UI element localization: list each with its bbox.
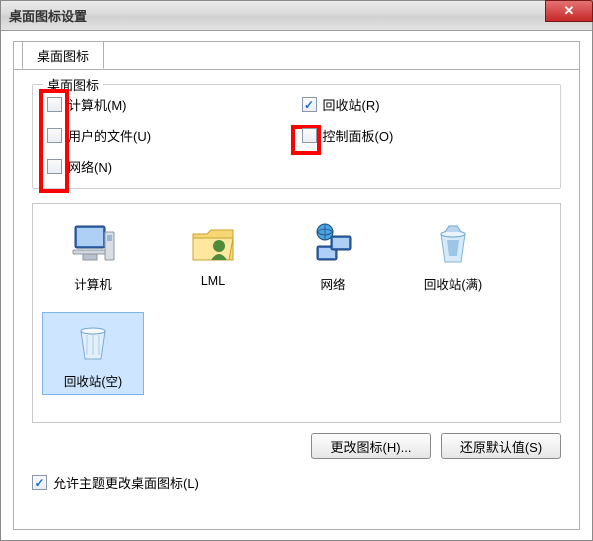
checkbox-label: 网络(N) [68, 157, 112, 176]
checkbox-icon [47, 159, 62, 174]
fieldset-desktop-icons: 桌面图标 计算机(M) 回收站(R) [32, 84, 561, 189]
checkbox-label: 允许主题更改桌面图标(L) [53, 473, 199, 492]
checkbox-icon [47, 97, 62, 112]
icon-row-top: 计算机 LML [43, 216, 550, 297]
tab-desktop-icons[interactable]: 桌面图标 [22, 41, 104, 69]
preview-item-network[interactable]: 网络 [283, 216, 383, 297]
preview-item-user-folder[interactable]: LML [163, 216, 263, 297]
preview-label: 计算机 [74, 274, 112, 293]
change-icon-button[interactable]: 更改图标(H)... [311, 433, 431, 459]
close-icon: ✕ [564, 3, 575, 19]
preview-label: 回收站(满) [424, 274, 482, 293]
preview-item-recycle-empty[interactable]: 回收站(空) [43, 313, 143, 394]
tab-label: 桌面图标 [37, 46, 89, 65]
button-label: 更改图标(H)... [331, 437, 412, 456]
checkbox-icon [47, 128, 62, 143]
checkbox-label: 控制面板(O) [323, 126, 394, 145]
user-folder-icon [189, 220, 237, 268]
checkbox-recycle-bin[interactable]: 回收站(R) [302, 95, 547, 114]
preview-label: LML [201, 274, 225, 288]
tab-body: 桌面图标 计算机(M) 回收站(R) [14, 69, 579, 529]
recycle-full-icon [429, 220, 477, 268]
checkbox-allow-theme-change[interactable]: 允许主题更改桌面图标(L) [32, 473, 561, 492]
checkbox-label: 计算机(M) [68, 95, 127, 114]
close-button[interactable]: ✕ [545, 0, 593, 22]
checkbox-control-panel[interactable]: 控制面板(O) [302, 126, 547, 145]
checkbox-computer[interactable]: 计算机(M) [47, 95, 292, 114]
preview-item-computer[interactable]: 计算机 [43, 216, 143, 297]
checkbox-user-files[interactable]: 用户的文件(U) [47, 126, 292, 145]
restore-default-button[interactable]: 还原默认值(S) [441, 433, 561, 459]
recycle-empty-icon [69, 317, 117, 365]
checkbox-icon [32, 475, 47, 490]
icon-preview-panel: 计算机 LML [32, 203, 561, 423]
button-row: 更改图标(H)... 还原默认值(S) [32, 433, 561, 459]
titlebar[interactable]: 桌面图标设置 ✕ [1, 1, 592, 31]
checkbox-icon [302, 128, 317, 143]
dialog-window: 桌面图标设置 ✕ 桌面图标 桌面图标 计算机(M) [0, 0, 593, 541]
computer-icon [69, 220, 117, 268]
fieldset-legend: 桌面图标 [43, 75, 103, 94]
window-title: 桌面图标设置 [9, 6, 87, 25]
preview-item-recycle-full[interactable]: 回收站(满) [403, 216, 503, 297]
checkbox-network[interactable]: 网络(N) [47, 157, 292, 176]
dialog-client-area: 桌面图标 桌面图标 计算机(M) 回收站(R) [13, 41, 580, 530]
icon-row-bottom: 回收站(空) [43, 313, 550, 394]
preview-label: 回收站(空) [64, 371, 122, 390]
network-icon [309, 220, 357, 268]
button-label: 还原默认值(S) [460, 437, 542, 456]
checkbox-label: 回收站(R) [323, 95, 380, 114]
checkbox-icon [302, 97, 317, 112]
checkbox-grid: 计算机(M) 回收站(R) 用户的文件(U) 控制面 [47, 95, 546, 176]
checkbox-label: 用户的文件(U) [68, 126, 151, 145]
preview-label: 网络 [320, 274, 345, 293]
